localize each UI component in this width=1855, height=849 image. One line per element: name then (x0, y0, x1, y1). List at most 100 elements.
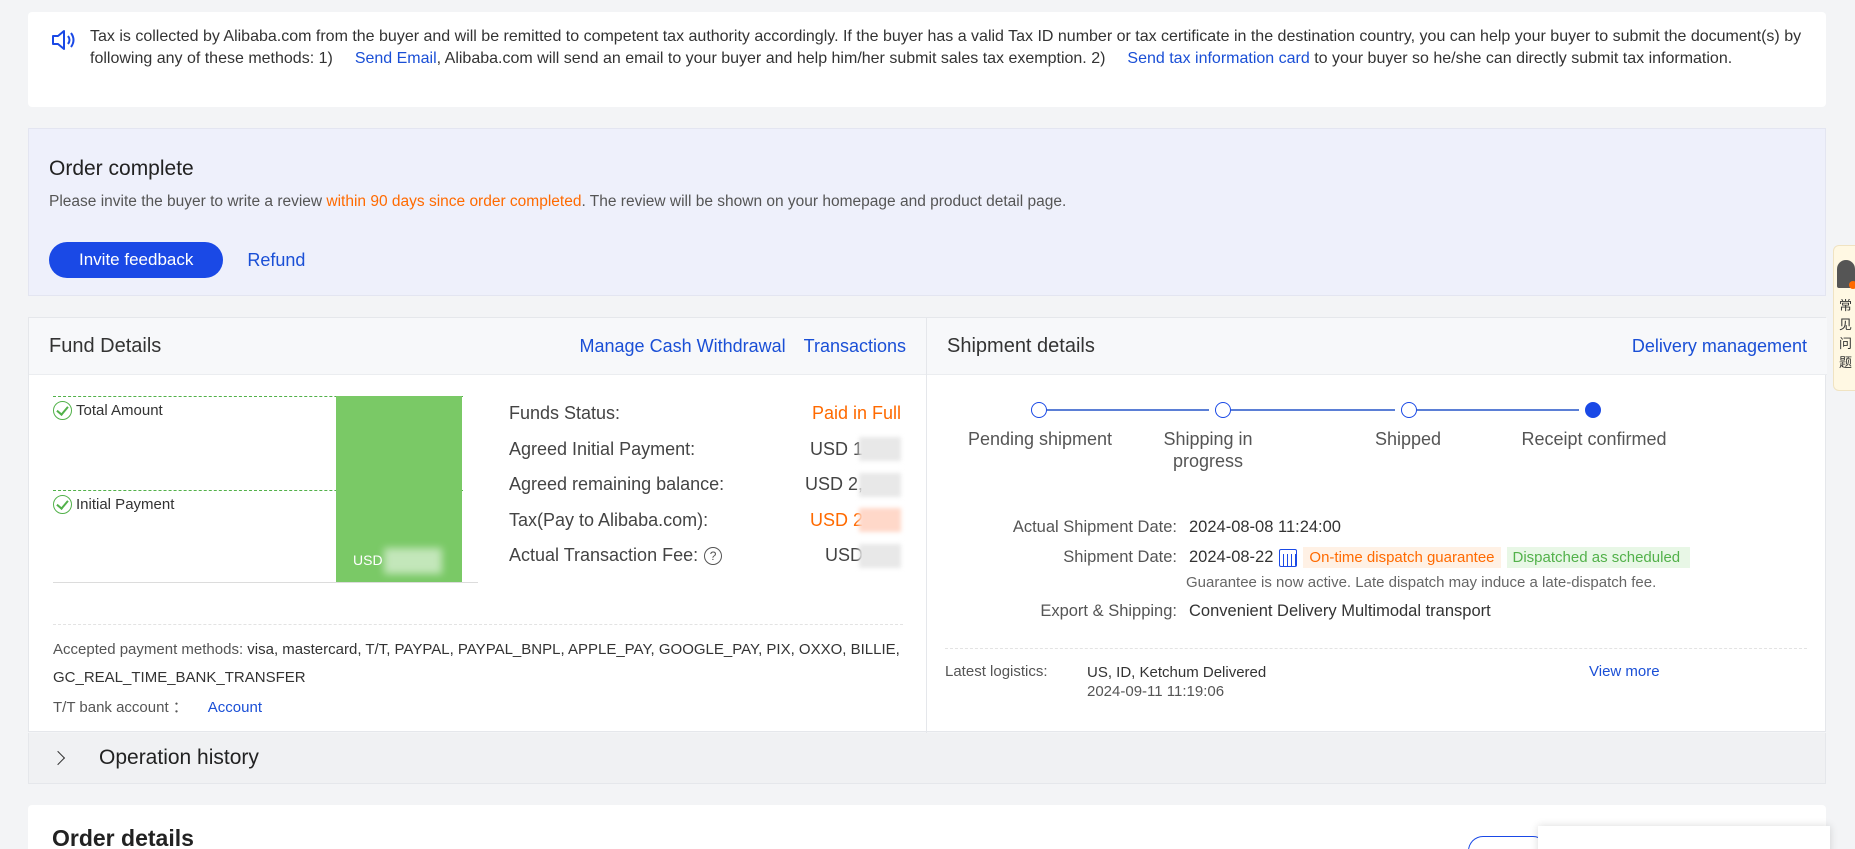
fund-chart: Total Amount Initial Payment USD (53, 396, 478, 586)
payment-methods: Accepted payment methods: visa, masterca… (53, 636, 903, 692)
dispatched-tag: Dispatched as scheduled (1506, 547, 1691, 568)
bank-account-label: T/T bank account ： (53, 699, 188, 716)
step-dot-pending (1031, 402, 1047, 418)
remaining-balance-label: Agreed remaining balance: (509, 474, 725, 495)
export-shipping-value: Convenient Delivery Multimodal transport (1189, 602, 1491, 620)
send-email-link[interactable]: Send Email (355, 50, 437, 67)
total-amount-text: Total Amount (76, 402, 163, 419)
step-label-shipping: Shipping in progress (1163, 429, 1253, 471)
check-circle-icon (53, 401, 72, 420)
fund-stats: Funds Status: Paid in Full Agreed Initia… (509, 396, 901, 574)
shipment-details-section: Shipment details Delivery management Pen… (927, 318, 1827, 733)
chevron-right-icon (50, 750, 66, 766)
support-widget-text: 常见问题 (1839, 298, 1853, 370)
initial-payment-label: Initial Payment (53, 495, 174, 514)
funds-status-value: Paid in Full (811, 403, 901, 424)
operation-history-title: Operation history (99, 746, 259, 769)
shipment-details-header: Shipment details Delivery management (927, 318, 1827, 375)
check-circle-icon (53, 495, 72, 514)
fund-shipment-panel: Fund Details Manage Cash Withdrawal Tran… (28, 317, 1827, 733)
order-complete-desc: Please invite the buyer to write a revie… (49, 193, 1805, 211)
support-widget[interactable]: 常见问题 (1833, 245, 1855, 391)
transaction-fee-value: USD (824, 545, 863, 566)
initial-payment-row-label: Agreed Initial Payment: (509, 438, 696, 459)
bank-account: T/T bank account ： Account (53, 696, 262, 717)
initial-payment-value: USD 1 (809, 438, 863, 459)
tax-row: Tax(Pay to Alibaba.com): USD 2 (509, 503, 901, 539)
manage-cash-withdrawal-link[interactable]: Manage Cash Withdrawal (580, 336, 786, 357)
step-dot-shipped (1401, 402, 1417, 418)
shipment-progress: Pending shipment Shipping in progress Sh… (968, 400, 1779, 471)
funds-status-label: Funds Status: (509, 403, 621, 424)
shipment-date-label: Shipment Date: (1063, 548, 1177, 566)
transaction-fee-label: Actual Transaction Fee: (509, 545, 699, 566)
masked-value (859, 437, 901, 462)
total-amount-label: Total Amount (53, 401, 163, 420)
chart-baseline (53, 582, 478, 583)
step-dot-receipt (1585, 402, 1601, 418)
progress-line (1047, 409, 1209, 411)
step-label-shipped: Shipped (1374, 429, 1442, 449)
delivery-management-link[interactable]: Delivery management (1632, 336, 1807, 357)
order-complete-banner: Order complete Please invite the buyer t… (28, 128, 1826, 296)
actual-shipment-date-value: 2024-08-08 11:24:00 (1189, 518, 1341, 536)
desc-after: . The review will be shown on your homep… (581, 193, 1067, 210)
bank-account-link[interactable]: Account (208, 699, 262, 716)
payment-methods-label: Accepted payment methods: (53, 641, 248, 658)
desc-before: Please invite the buyer to write a revie… (49, 193, 327, 210)
initial-payment-row: Agreed Initial Payment: USD 1 (509, 432, 901, 468)
notice-text-3: to your buyer so he/she can directly sub… (1309, 50, 1733, 67)
latest-logistics-label: Latest logistics: (945, 663, 1048, 680)
shipment-date-value: 2024-08-22 (1189, 548, 1274, 566)
view-more-link[interactable]: View more (1589, 663, 1660, 680)
masked-value (859, 472, 901, 497)
tax-label: Tax(Pay to Alibaba.com): (509, 509, 709, 530)
notice-text-2: , Alibaba.com will send an email to your… (436, 50, 1106, 67)
order-action-button[interactable] (1468, 836, 1548, 849)
transactions-link[interactable]: Transactions (804, 336, 906, 357)
guarantee-note-row: Guarantee is now active. Late dispatch m… (1186, 574, 1656, 591)
help-icon[interactable]: ? (704, 546, 723, 565)
shipment-details-title: Shipment details (947, 334, 1095, 357)
masked-value (859, 508, 901, 533)
order-complete-title: Order complete (49, 157, 194, 180)
operation-history-toggle[interactable]: Operation history (28, 733, 1826, 784)
fund-details-section: Fund Details Manage Cash Withdrawal Tran… (29, 318, 927, 733)
actual-shipment-date-label: Actual Shipment Date: (1012, 518, 1177, 536)
fund-details-title: Fund Details (49, 334, 162, 357)
tax-notice: Tax is collected by Alibaba.com from the… (28, 12, 1826, 107)
logistics-detail: US, ID, Ketchum Delivered 2024-09-11 11:… (1087, 663, 1266, 701)
overlay-popup (1538, 826, 1830, 849)
masked-value (859, 543, 901, 568)
logistics-location: US, ID, Ketchum Delivered (1087, 664, 1267, 681)
step-dot-shipping (1215, 402, 1231, 418)
invite-feedback-button[interactable]: Invite feedback (49, 242, 224, 278)
logistics-time: 2024-09-11 11:19:06 (1087, 683, 1225, 700)
tax-value: USD 2 (809, 509, 863, 530)
progress-line (1417, 409, 1579, 411)
send-tax-card-link[interactable]: Send tax information card (1127, 50, 1309, 67)
export-shipping-row: Export & Shipping: Convenient Delivery M… (927, 602, 1491, 621)
guarantee-note: Guarantee is now active. Late dispatch m… (1186, 574, 1657, 591)
support-avatar-icon (1837, 260, 1855, 289)
divider (53, 624, 903, 625)
actual-shipment-date-row: Actual Shipment Date: 2024-08-08 11:24:0… (927, 518, 1341, 537)
paid-bar: USD (336, 396, 462, 582)
shipment-date-row: Shipment Date: 2024-08-22 On-time dispat… (927, 547, 1691, 568)
paid-bar-label: USD (353, 552, 383, 568)
transaction-fee-row: Actual Transaction Fee:? USD (509, 538, 901, 574)
order-details-section: Order details (28, 805, 1830, 849)
export-shipping-label: Export & Shipping: (1040, 602, 1177, 620)
refund-link[interactable]: Refund (247, 250, 305, 271)
calendar-icon[interactable] (1279, 548, 1298, 567)
divider (945, 648, 1807, 649)
remaining-balance-value: USD 2, (804, 474, 863, 495)
funds-status-row: Funds Status: Paid in Full (509, 396, 901, 432)
desc-highlight: within 90 days since order completed (326, 193, 582, 210)
progress-line (1231, 409, 1395, 411)
remaining-balance-row: Agreed remaining balance: USD 2, (509, 467, 901, 503)
initial-payment-text: Initial Payment (76, 496, 175, 513)
on-time-guarantee-tag: On-time dispatch guarantee (1303, 547, 1501, 568)
fund-details-header: Fund Details Manage Cash Withdrawal Tran… (29, 318, 926, 375)
step-label-receipt: Receipt confirmed (1521, 429, 1667, 449)
